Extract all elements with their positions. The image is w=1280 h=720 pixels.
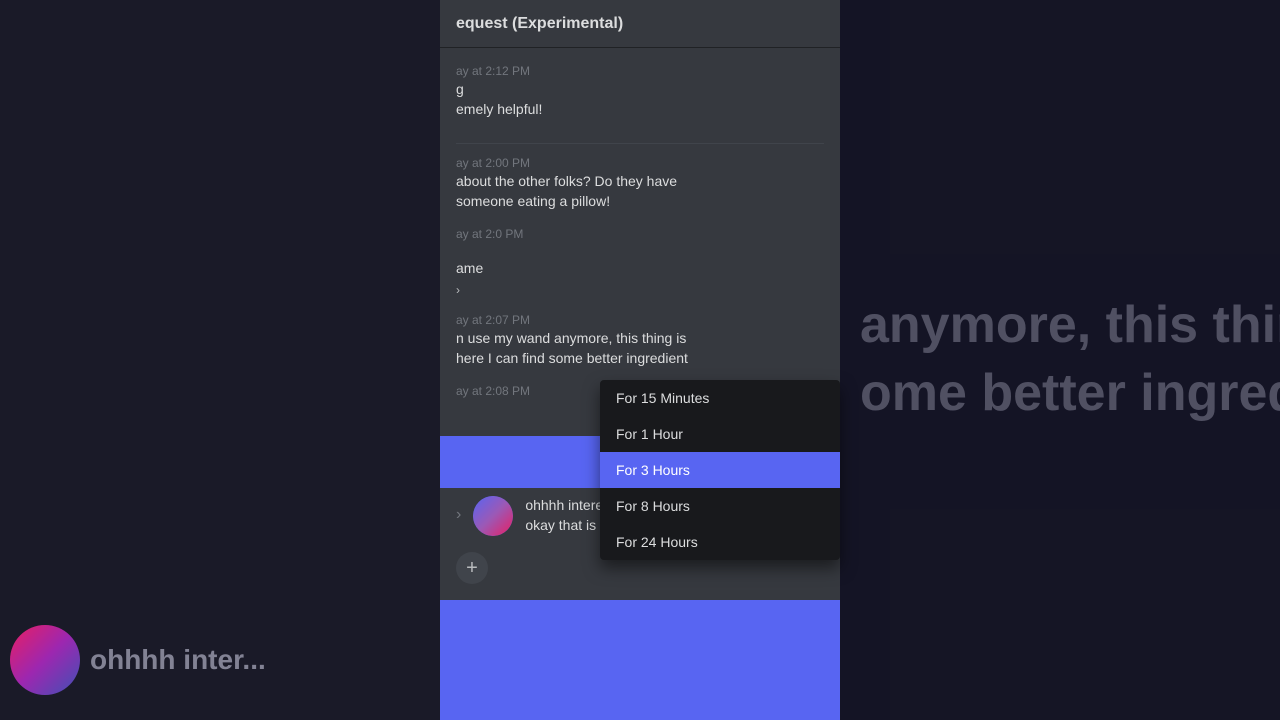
message-timestamp-5: ay at 2:07 PM [456,313,824,327]
message-group-3: ay at 2:0 PM [456,227,824,243]
bg-text-line1: anymore, this thing is [860,292,1260,360]
message-text-1b: emely helpful! [456,100,824,120]
message-group-1: ay at 2:12 PM g emely helpful! [456,64,824,119]
bottom-blue-strip [440,600,840,720]
left-arrow-icon: › [456,506,461,524]
dropdown-item-24hours[interactable]: For 24 Hours [600,524,840,560]
bottom-text-preview: ohhhh inter... [90,644,266,676]
message-text-5a: n use my wand anymore, this thing is [456,329,824,349]
message-text-2b: someone eating a pillow! [456,192,824,212]
message-group-5: ay at 2:07 PM n use my wand anymore, thi… [456,313,824,368]
dropdown-item-3hours[interactable]: For 3 Hours [600,452,840,488]
bottom-left-strip: ohhhh inter... [0,600,440,720]
divider-1 [456,143,824,144]
right-bg-panel: anymore, this thing is ome better ingred… [840,0,1280,720]
bottom-avatar [10,625,80,695]
message-chevron[interactable]: › [456,279,824,297]
message-text-1a: g [456,80,824,100]
message-group-4: ame › [456,259,824,297]
dropdown-item-15min[interactable]: For 15 Minutes [600,380,840,416]
message-timestamp-3: ay at 2:0 PM [456,227,824,241]
message-text-5b: here I can find some better ingredient [456,349,824,369]
chat-panel: equest (Experimental) ay at 2:12 PM g em… [440,0,840,720]
message-text-2a: about the other folks? Do they have [456,172,824,192]
message-timestamp-1: ay at 2:12 PM [456,64,824,78]
dropdown-item-1hour[interactable]: For 1 Hour [600,416,840,452]
message-group-2: ay at 2:00 PM about the other folks? Do … [456,156,824,211]
chat-header: equest (Experimental) [440,0,840,48]
chat-header-title: equest (Experimental) [456,15,623,33]
left-bg-panel: ohhhh inter... [0,0,440,720]
dropdown-item-8hours[interactable]: For 8 Hours [600,488,840,524]
bg-text-line2: ome better ingredient [860,360,1260,428]
message-timestamp-2: ay at 2:00 PM [456,156,824,170]
dropdown-menu: For 15 Minutes For 1 Hour For 3 Hours Fo… [600,380,840,560]
message-name-4: ame [456,259,824,279]
user-avatar [473,496,513,536]
chat-body[interactable]: ay at 2:12 PM g emely helpful! ay at 2:0… [440,48,840,436]
add-button[interactable]: + [456,552,488,584]
avatar-image [473,496,513,536]
